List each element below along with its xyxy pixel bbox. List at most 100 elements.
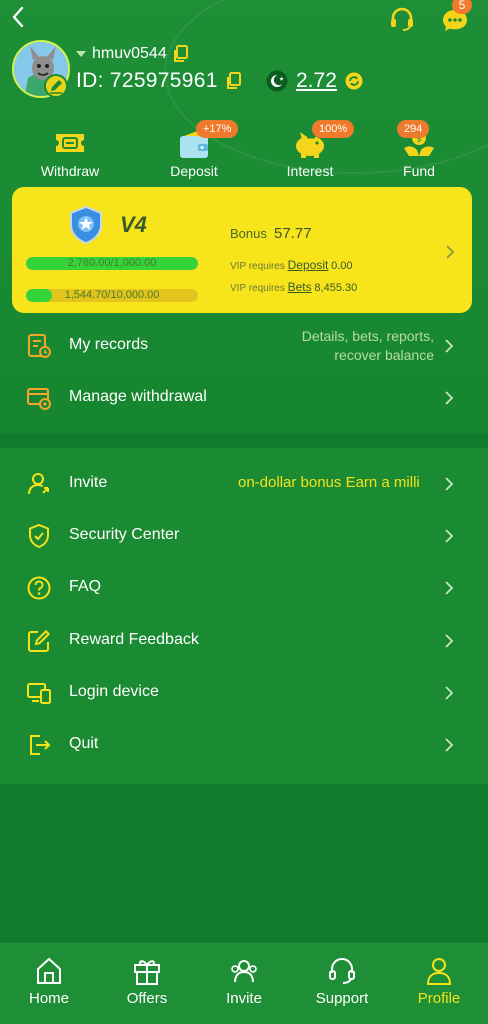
interest-action[interactable]: 100% Interest xyxy=(260,120,360,184)
chevron-right-icon xyxy=(444,580,454,596)
security-center-row[interactable]: Security Center xyxy=(0,511,488,561)
user-id: ID: 725975961 xyxy=(76,69,218,92)
gift-icon xyxy=(132,955,162,987)
vip-chevron-right-icon xyxy=(444,243,456,261)
deposit-bonus-badge: +17% xyxy=(196,120,239,138)
deposit-label: Deposit xyxy=(170,163,218,179)
records-icon xyxy=(26,333,52,359)
card-settings-icon xyxy=(26,385,52,411)
edit-avatar-icon[interactable] xyxy=(44,74,68,98)
vip-level: V4 xyxy=(120,212,147,237)
reward-feedback-row[interactable]: Reward Feedback xyxy=(0,616,488,666)
records-desc-line-2: recover balance xyxy=(334,347,434,363)
quit-row[interactable]: Quit xyxy=(0,720,488,770)
vip-req-prefix: VIP requires xyxy=(230,261,285,272)
vip-progress-text-2: 1,544.70/10,000.00 xyxy=(64,289,160,301)
invite-people-icon xyxy=(229,955,259,987)
top-bar: 5 xyxy=(0,0,488,36)
tab-invite[interactable]: Invite xyxy=(195,943,293,1024)
deposit-action[interactable]: +17% Deposit xyxy=(144,120,244,184)
login-device-label: Login device xyxy=(69,683,159,700)
fund-action[interactable]: $ 294 Fund xyxy=(369,120,469,184)
invite-row[interactable]: Invite on-dollar bonus Earn a milli xyxy=(0,459,488,509)
my-records-description: Details, bets, reports, recover balance xyxy=(302,327,434,365)
copy-id-icon[interactable] xyxy=(226,72,242,90)
my-records-row[interactable]: My records Details, bets, reports, recov… xyxy=(0,321,488,371)
bonus-value: 57.77 xyxy=(274,225,312,242)
records-desc-line-1: Details, bets, reports, xyxy=(301,328,434,344)
shield-check-icon xyxy=(26,523,52,549)
empty-area xyxy=(0,784,488,942)
balance-row: 2.72 xyxy=(266,66,363,96)
logout-icon xyxy=(26,732,52,758)
caret-down-icon xyxy=(76,51,86,57)
vip-progress-bar-1: 2,780.00/1,000.00 xyxy=(26,257,198,270)
fund-count-badge: 294 xyxy=(397,120,430,138)
interest-label: Interest xyxy=(286,163,334,179)
username: hmuv0544 xyxy=(92,45,167,62)
vip-progress-text-1: 2,780.00/1,000.00 xyxy=(67,257,157,269)
security-center-label: Security Center xyxy=(69,526,180,543)
tab-profile[interactable]: Profile xyxy=(390,943,488,1024)
vip-deposit-link[interactable]: Deposit xyxy=(288,258,329,272)
settings-menu: Invite on-dollar bonus Earn a milli Secu… xyxy=(0,448,488,784)
profile-icon xyxy=(424,955,454,987)
wallet-balance: 2.72 xyxy=(296,69,337,92)
bonus-label: Bonus xyxy=(230,226,267,241)
back-arrow-icon[interactable] xyxy=(8,4,30,30)
edit-square-icon xyxy=(26,628,52,654)
my-records-label: My records xyxy=(69,336,149,353)
vip-shield-icon xyxy=(66,205,106,245)
faq-label: FAQ xyxy=(69,578,102,595)
tab-profile-label: Profile xyxy=(417,990,461,1007)
tab-invite-label: Invite xyxy=(226,990,262,1007)
chevron-right-icon xyxy=(444,528,454,544)
vip-deposit-value: 0.00 xyxy=(331,260,353,272)
tab-support[interactable]: Support xyxy=(293,943,391,1024)
withdraw-action[interactable]: Withdraw xyxy=(20,120,120,184)
chevron-right-icon xyxy=(444,737,454,753)
vip-progress-bar-2: 1,544.70/10,000.00 xyxy=(26,289,198,302)
chevron-right-icon xyxy=(444,476,454,492)
faq-row[interactable]: FAQ xyxy=(0,563,488,613)
vip-bets-requirement: VIP requires Bets 8,455.30 xyxy=(230,280,357,294)
tab-home[interactable]: Home xyxy=(0,943,98,1024)
refresh-balance-icon[interactable] xyxy=(345,72,363,90)
withdraw-label: Withdraw xyxy=(40,163,100,179)
login-device-row[interactable]: Login device xyxy=(0,668,488,718)
vip-bets-link[interactable]: Bets xyxy=(288,280,312,294)
quit-label: Quit xyxy=(69,735,99,752)
headset-icon xyxy=(327,955,357,987)
fund-label: Fund xyxy=(403,163,435,179)
reward-feedback-label: Reward Feedback xyxy=(69,631,199,648)
ticket-icon xyxy=(50,126,90,160)
tab-support-label: Support xyxy=(315,990,369,1007)
user-id-row: ID: 725975961 xyxy=(76,66,242,96)
section-divider xyxy=(0,434,488,448)
invite-promo-marquee: on-dollar bonus Earn a milli xyxy=(238,474,420,491)
chevron-right-icon xyxy=(444,685,454,701)
vip-req-prefix: VIP requires xyxy=(230,283,285,294)
vip-card[interactable]: V4 2,780.00/1,000.00 1,544.70/10,000.00 … xyxy=(12,187,472,313)
chevron-right-icon xyxy=(444,338,454,354)
manage-withdrawal-label: Manage withdrawal xyxy=(69,388,207,405)
home-icon xyxy=(34,955,64,987)
username-row: hmuv0544 xyxy=(76,43,189,65)
customer-service-icon[interactable] xyxy=(388,6,416,32)
chevron-right-icon xyxy=(444,390,454,406)
tab-offers-label: Offers xyxy=(126,990,168,1007)
question-circle-icon xyxy=(26,575,52,601)
bottom-tab-bar: Home Offers Invite Support Profile xyxy=(0,942,488,1024)
manage-withdrawal-row[interactable]: Manage withdrawal xyxy=(0,373,488,423)
copy-username-icon[interactable] xyxy=(173,45,189,63)
interest-rate-badge: 100% xyxy=(312,120,355,138)
vip-bets-value: 8,455.30 xyxy=(314,282,358,294)
invite-label: Invite xyxy=(69,474,108,491)
pakistan-flag-icon xyxy=(266,70,288,92)
invite-user-icon xyxy=(26,471,52,497)
devices-icon xyxy=(26,680,52,706)
vip-deposit-requirement: VIP requires Deposit 0.00 xyxy=(230,258,353,272)
tab-offers[interactable]: Offers xyxy=(98,943,196,1024)
chevron-right-icon xyxy=(444,633,454,649)
quick-actions: Withdraw +17% Deposit 100% Interest $ 29… xyxy=(0,120,488,184)
